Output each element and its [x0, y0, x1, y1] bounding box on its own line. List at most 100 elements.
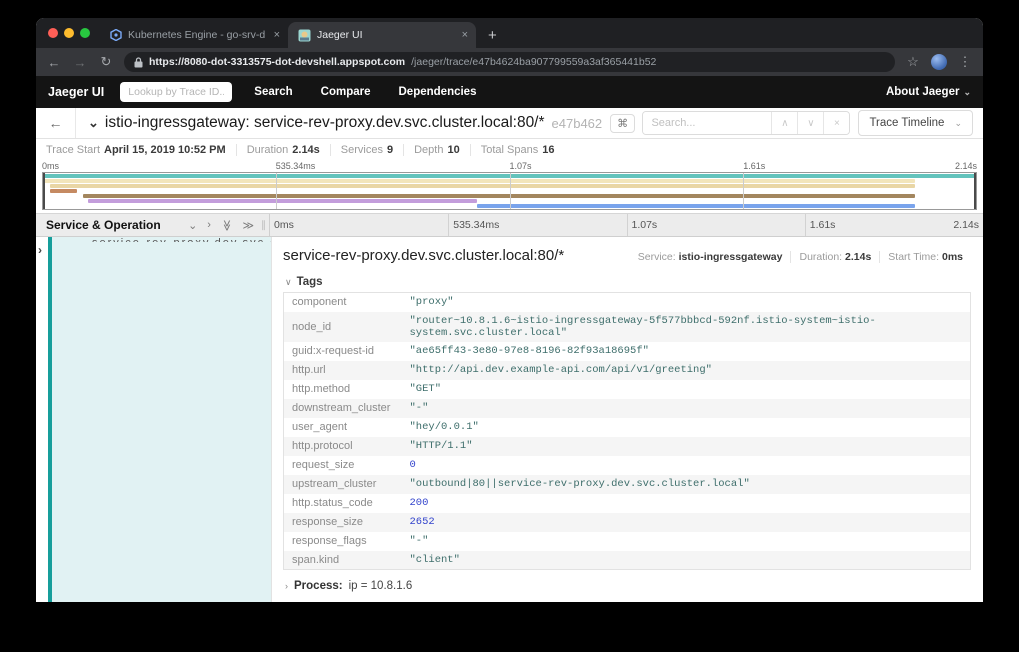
tag-row[interactable]: upstream_cluster"outbound|80||service-re…: [284, 475, 971, 494]
meta-value: 10: [447, 144, 459, 156]
tag-row[interactable]: http.url"http://api.dev.example-api.com/…: [284, 361, 971, 380]
url-host: https://8080-dot-3313575-dot-devshell.ap…: [149, 56, 405, 68]
tag-value: 0: [402, 456, 971, 475]
meta-label: Start Time:: [888, 251, 939, 263]
tag-value: "hey/0.0.1": [402, 418, 971, 437]
minimap-canvas[interactable]: [42, 172, 977, 210]
process-section-toggle[interactable]: › Process: ip = 10.8.1.6: [285, 580, 971, 592]
tag-row[interactable]: http.protocol"HTTP/1.1": [284, 437, 971, 456]
tag-key: guid:x-request-id: [284, 342, 402, 361]
tag-row[interactable]: response_size2652: [284, 513, 971, 532]
close-window-button[interactable]: [48, 28, 58, 38]
tick-label: 1.61s: [743, 161, 765, 171]
browser-window: Kubernetes Engine - go-srv-d × Jaeger UI…: [36, 18, 983, 602]
tag-row[interactable]: http.method"GET": [284, 380, 971, 399]
expand-one-icon[interactable]: ›: [207, 219, 211, 231]
tag-value: "ae65ff43-3e80-97e8-8196-82f93a18695f": [402, 342, 971, 361]
span-search-input[interactable]: [643, 112, 771, 134]
meta-label: Total Spans: [481, 144, 538, 156]
search-prev-button[interactable]: ∧: [771, 112, 797, 134]
tag-key: http.protocol: [284, 437, 402, 456]
tick-label: 2.14s: [955, 161, 977, 171]
reload-icon[interactable]: ↻: [98, 54, 114, 70]
url-path: /jaeger/trace/e47b4624ba907799559a3af365…: [411, 56, 656, 68]
expand-all-icon[interactable]: ≫: [242, 219, 254, 232]
window-controls: [36, 18, 100, 48]
tags-section-toggle[interactable]: ∨Tags: [285, 276, 971, 288]
tab-kubernetes-engine[interactable]: Kubernetes Engine - go-srv-d ×: [100, 22, 288, 48]
search-next-button[interactable]: ∨: [797, 112, 823, 134]
range-handle-right[interactable]: [974, 173, 976, 209]
tab-jaeger-ui[interactable]: Jaeger UI ×: [288, 22, 476, 48]
about-jaeger-menu[interactable]: About Jaeger⌄: [886, 86, 971, 98]
meta-value: 2.14s: [292, 144, 320, 156]
nav-item-compare[interactable]: Compare: [315, 86, 377, 98]
ruler-tick: [627, 214, 628, 236]
browser-menu-icon[interactable]: ⋮: [957, 54, 973, 70]
collapse-trace-chevron-icon[interactable]: ⌄: [88, 115, 99, 131]
tab-title: Kubernetes Engine - go-srv-d: [128, 29, 268, 41]
trace-id-short: e47b462: [552, 116, 603, 131]
tag-row[interactable]: component"proxy": [284, 293, 971, 312]
zoom-window-button[interactable]: [80, 28, 90, 38]
clipped-span-row: service-rev-proxy.dev.svc.cluster.local:…: [52, 237, 271, 242]
tag-row[interactable]: node_id"router~10.8.1.6~istio-ingressgat…: [284, 312, 971, 342]
tag-row[interactable]: http.status_code200: [284, 494, 971, 513]
search-clear-button[interactable]: ×: [823, 112, 849, 134]
nav-item-search[interactable]: Search: [248, 86, 298, 98]
span-list: › service-rev-proxy.dev.svc.cluster.loca…: [36, 237, 983, 602]
tab-close-icon[interactable]: ×: [274, 29, 280, 41]
service-operation-label: Service & Operation: [46, 218, 183, 232]
trace-lookup-input[interactable]: [120, 82, 232, 102]
meta-label: Service:: [638, 251, 676, 263]
back-icon[interactable]: ←: [46, 55, 62, 70]
column-resizer-handle[interactable]: ∥: [261, 220, 265, 231]
range-handle-left[interactable]: [43, 173, 45, 209]
tick-label: 1.07s: [510, 161, 532, 171]
jaeger-brand-link[interactable]: Jaeger UI: [48, 85, 104, 99]
back-to-search-button[interactable]: ←: [36, 108, 76, 138]
forward-icon[interactable]: →: [72, 55, 88, 70]
tag-key: response_size: [284, 513, 402, 532]
meta-label: Services: [341, 144, 383, 156]
meta-value: 2.14s: [845, 251, 871, 263]
minimap-span-bar: [918, 209, 976, 210]
minimap-span-bar: [50, 189, 76, 193]
gke-favicon-icon: [110, 29, 122, 41]
trace-view-select[interactable]: Trace Timeline ⌄: [858, 110, 973, 136]
tag-value: "router~10.8.1.6~istio-ingressgateway-5f…: [402, 312, 971, 342]
meta-label: Duration:: [799, 251, 842, 263]
tag-row[interactable]: response_flags"-": [284, 532, 971, 551]
minimize-window-button[interactable]: [64, 28, 74, 38]
tag-row[interactable]: downstream_cluster"-": [284, 399, 971, 418]
tag-row[interactable]: user_agent"hey/0.0.1": [284, 418, 971, 437]
keyboard-shortcut-button[interactable]: ⌘: [610, 114, 635, 133]
tab-close-icon[interactable]: ×: [462, 29, 468, 41]
tag-key: http.status_code: [284, 494, 402, 513]
selected-span-row-panel[interactable]: service-rev-proxy.dev.svc.cluster.local:…: [48, 237, 272, 602]
timeline-header: Service & Operation ⌄ › ≫ ≫ ∥ 0ms 535.34…: [36, 213, 983, 237]
collapse-one-icon[interactable]: ⌄: [188, 219, 197, 232]
detail-collapse-chevron-icon[interactable]: ›: [38, 243, 42, 257]
tab-strip: Kubernetes Engine - go-srv-d × Jaeger UI…: [36, 18, 983, 48]
timeline-ruler: 0ms 535.34ms 1.07s 1.61s 2.14s: [270, 214, 983, 236]
minimap-span-bar: [50, 184, 915, 188]
lock-icon: [134, 57, 143, 68]
bookmark-star-icon[interactable]: ☆: [905, 54, 921, 70]
new-tab-button[interactable]: +: [476, 22, 509, 48]
nav-item-dependencies[interactable]: Dependencies: [393, 86, 483, 98]
chevron-down-icon: ∨: [285, 277, 292, 287]
tag-row[interactable]: request_size0: [284, 456, 971, 475]
meta-value: istio-ingressgateway: [679, 251, 783, 263]
trace-meta-row: Trace StartApril 15, 2019 10:52 PM Durat…: [36, 139, 983, 160]
address-bar[interactable]: https://8080-dot-3313575-dot-devshell.ap…: [124, 52, 895, 72]
profile-avatar[interactable]: [931, 54, 947, 70]
collapse-all-icon[interactable]: ≫: [220, 219, 233, 231]
tag-key: http.method: [284, 380, 402, 399]
tag-value: 200: [402, 494, 971, 513]
tag-row[interactable]: span.kind"client": [284, 551, 971, 570]
tag-row[interactable]: guid:x-request-id"ae65ff43-3e80-97e8-819…: [284, 342, 971, 361]
minimap-gridline: [276, 173, 277, 209]
chevron-down-icon: ⌄: [963, 87, 971, 97]
service-operation-header: Service & Operation ⌄ › ≫ ≫ ∥: [36, 214, 270, 236]
